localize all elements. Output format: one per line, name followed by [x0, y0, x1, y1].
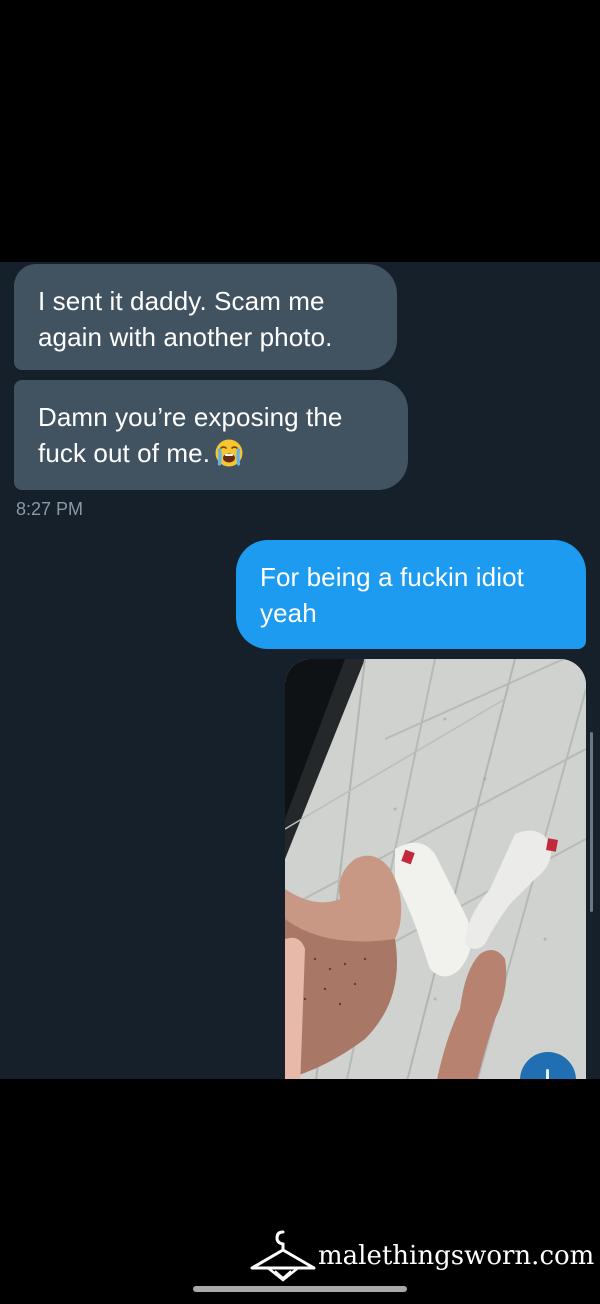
photo-image — [285, 659, 586, 1079]
arrow-down-icon — [546, 1069, 549, 1079]
message-text: I sent it daddy. Scam me again with anot… — [38, 286, 333, 352]
scrollbar[interactable] — [590, 732, 593, 912]
message-timestamp: 8:27 PM — [16, 499, 84, 519]
photo-attachment[interactable] — [285, 659, 586, 1079]
message-bubble-outgoing[interactable]: For being a fuckin idiot yeah — [236, 540, 586, 649]
top-black-bar — [0, 0, 600, 262]
message-text: For being a fuckin idiot yeah — [260, 562, 524, 628]
message-bubble-incoming[interactable]: I sent it daddy. Scam me again with anot… — [14, 264, 397, 370]
watermark: malethingsworn.com — [248, 1218, 598, 1288]
chat-thread[interactable]: I sent it daddy. Scam me again with anot… — [0, 262, 600, 1079]
watermark-text: malethingsworn.com — [318, 1241, 595, 1271]
home-indicator[interactable] — [193, 1286, 407, 1292]
message-text: Damn you’re exposing the fuck out of me. — [38, 402, 343, 468]
hanger-icon — [250, 1230, 316, 1282]
crying-face-emoji-icon — [214, 438, 244, 468]
message-bubble-incoming[interactable]: Damn you’re exposing the fuck out of me. — [14, 380, 408, 490]
